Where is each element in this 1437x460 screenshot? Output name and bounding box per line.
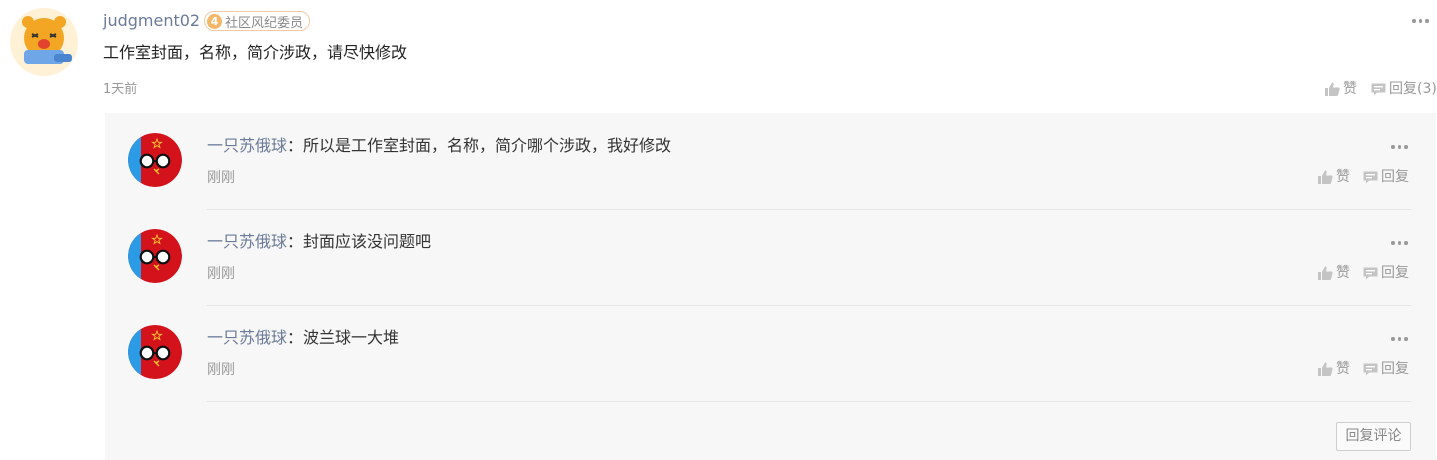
reply-comment-button[interactable]: 回复评论 [1336, 422, 1411, 451]
reply-author-name[interactable]: 一只苏俄球 [207, 136, 287, 155]
member-badge: 4 社区风纪委员 [204, 11, 311, 31]
reply-separator: ： [287, 328, 304, 347]
reply-label: 回复 [1381, 361, 1409, 377]
reply-time: 刚刚 [207, 362, 235, 378]
reply-button[interactable]: 回复 [1363, 168, 1409, 186]
more-options-icon[interactable] [1412, 16, 1429, 26]
reply-button[interactable]: 回复 [1363, 360, 1409, 378]
reply-label: 回复 [1381, 265, 1409, 281]
reply-line: 一只苏俄球：波兰球一大堆 [207, 327, 399, 349]
reply-line: 一只苏俄球：封面应该没问题吧 [207, 231, 431, 253]
like-button[interactable]: 赞 [1318, 168, 1350, 186]
like-button[interactable]: 赞 [1318, 360, 1350, 378]
reply-time: 刚刚 [207, 170, 235, 186]
reply-text: 波兰球一大堆 [303, 328, 400, 347]
avatar[interactable] [10, 8, 78, 76]
reply-line: 一只苏俄球：所以是工作室封面，名称，简介哪个涉政，我好修改 [207, 135, 671, 157]
reply-count-label: 回复(3) [1389, 81, 1437, 97]
countryball-avatar-icon [128, 325, 182, 379]
reply-author-name[interactable]: 一只苏俄球 [207, 328, 287, 347]
username[interactable]: judgment02 [103, 11, 200, 31]
more-options-icon[interactable] [1391, 238, 1408, 248]
cartoon-avatar-icon [10, 8, 78, 76]
thumbs-up-icon [1318, 266, 1333, 280]
reply-avatar[interactable] [128, 325, 182, 379]
comment-time: 1天前 [103, 82, 138, 97]
countryball-avatar-icon [128, 229, 182, 283]
countryball-avatar-icon [128, 133, 182, 187]
badge-level: 4 [207, 13, 222, 29]
like-button[interactable]: 赞 [1318, 264, 1350, 282]
divider [207, 401, 1411, 402]
reply-text: 封面应该没问题吧 [303, 232, 432, 251]
reply-author-name[interactable]: 一只苏俄球 [207, 232, 287, 251]
more-options-icon[interactable] [1391, 334, 1408, 344]
reply-avatar[interactable] [128, 229, 182, 283]
badge-title: 社区风纪委员 [225, 15, 304, 31]
reply-bubble-icon [1371, 83, 1386, 95]
like-label: 赞 [1343, 81, 1357, 97]
reply-separator: ： [287, 136, 304, 155]
thumbs-up-icon [1318, 362, 1333, 376]
reply-time: 刚刚 [207, 266, 235, 282]
divider [207, 209, 1411, 210]
like-button[interactable]: 赞 [1325, 80, 1357, 98]
like-label: 赞 [1336, 361, 1350, 377]
reply-button[interactable]: 回复 [1363, 264, 1409, 282]
reply-bubble-icon [1363, 171, 1378, 183]
thumbs-up-icon [1325, 82, 1340, 96]
thumbs-up-icon [1318, 170, 1333, 184]
reply-panel [105, 113, 1436, 460]
reply-text: 所以是工作室封面，名称，简介哪个涉政，我好修改 [303, 136, 672, 155]
reply-label: 回复 [1381, 169, 1409, 185]
reply-bubble-icon [1363, 267, 1378, 279]
comment-text: 工作室封面，名称，简介涉政，请尽快修改 [103, 43, 408, 62]
reply-bubble-icon [1363, 363, 1378, 375]
like-label: 赞 [1336, 169, 1350, 185]
reply-separator: ： [287, 232, 304, 251]
reply-count-button[interactable]: 回复(3) [1371, 80, 1437, 98]
more-options-icon[interactable] [1391, 142, 1408, 152]
divider [207, 305, 1411, 306]
reply-avatar[interactable] [128, 133, 182, 187]
like-label: 赞 [1336, 265, 1350, 281]
